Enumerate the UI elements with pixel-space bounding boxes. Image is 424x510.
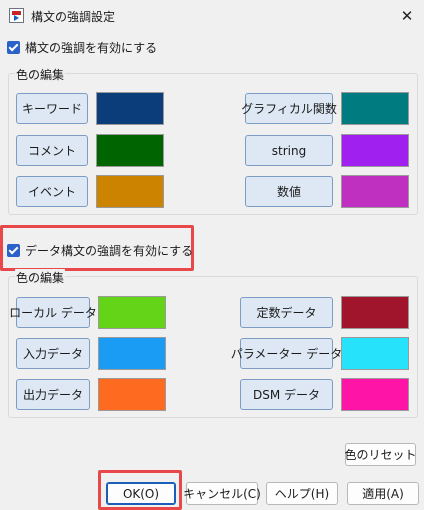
constant-data-color-swatch[interactable] — [341, 296, 409, 329]
cancel-button[interactable]: キャンセル(C) — [183, 482, 261, 505]
checkbox-checked-icon[interactable] — [7, 243, 20, 257]
reset-colors-button[interactable]: 色のリセット — [345, 443, 417, 466]
string-color-swatch[interactable] — [341, 134, 409, 167]
local-data-color-swatch[interactable] — [98, 296, 166, 329]
input-data-color-swatch[interactable] — [98, 337, 166, 370]
close-icon[interactable]: ✕ — [394, 4, 420, 28]
dsm-data-button[interactable]: DSM データ — [240, 379, 333, 410]
parameter-data-button[interactable]: パラメーター データ — [231, 338, 342, 369]
syntax-group-title: 色の編集 — [15, 66, 66, 83]
input-data-button[interactable]: 入力データ — [16, 338, 90, 369]
number-color-swatch[interactable] — [341, 175, 409, 208]
graphical-function-button[interactable]: グラフィカル関数 — [241, 93, 337, 124]
enable-syntax-checkbox[interactable]: 構文の強調を有効にする — [7, 38, 157, 56]
apply-button[interactable]: 適用(A) — [347, 482, 419, 505]
event-button[interactable]: イベント — [16, 176, 88, 207]
enable-data-syntax-checkbox[interactable]: データ構文の強調を有効にする — [7, 241, 193, 259]
enable-data-syntax-label: データ構文の強調を有効にする — [25, 243, 194, 258]
help-button[interactable]: ヘルプ(H) — [266, 482, 338, 505]
output-data-color-swatch[interactable] — [98, 378, 166, 411]
enable-syntax-label: 構文の強調を有効にする — [25, 40, 158, 55]
data-syntax-group-title: 色の編集 — [15, 269, 66, 286]
constant-data-button[interactable]: 定数データ — [240, 297, 333, 328]
syntax-highlight-dialog: 構文の強調設定 ✕ 構文の強調を有効にする 色の編集 キーワード コメント イベ… — [0, 0, 424, 510]
keyword-button[interactable]: キーワード — [16, 93, 88, 124]
checkbox-checked-icon[interactable] — [7, 40, 20, 54]
parameter-data-color-swatch[interactable] — [341, 337, 409, 370]
dsm-data-color-swatch[interactable] — [341, 378, 409, 411]
string-button[interactable]: string — [245, 135, 333, 166]
window-title: 構文の強調設定 — [31, 10, 116, 24]
title-bar: 構文の強調設定 ✕ — [0, 0, 424, 32]
keyword-color-swatch[interactable] — [96, 92, 164, 125]
local-data-button[interactable]: ローカル データ — [9, 297, 97, 328]
comment-button[interactable]: コメント — [16, 135, 88, 166]
number-button[interactable]: 数値 — [245, 176, 333, 207]
event-color-swatch[interactable] — [96, 175, 164, 208]
comment-color-swatch[interactable] — [96, 134, 164, 167]
ok-button[interactable]: OK(O) — [106, 482, 176, 505]
app-icon — [9, 8, 24, 23]
graphical-function-color-swatch[interactable] — [341, 92, 409, 125]
output-data-button[interactable]: 出力データ — [16, 379, 90, 410]
